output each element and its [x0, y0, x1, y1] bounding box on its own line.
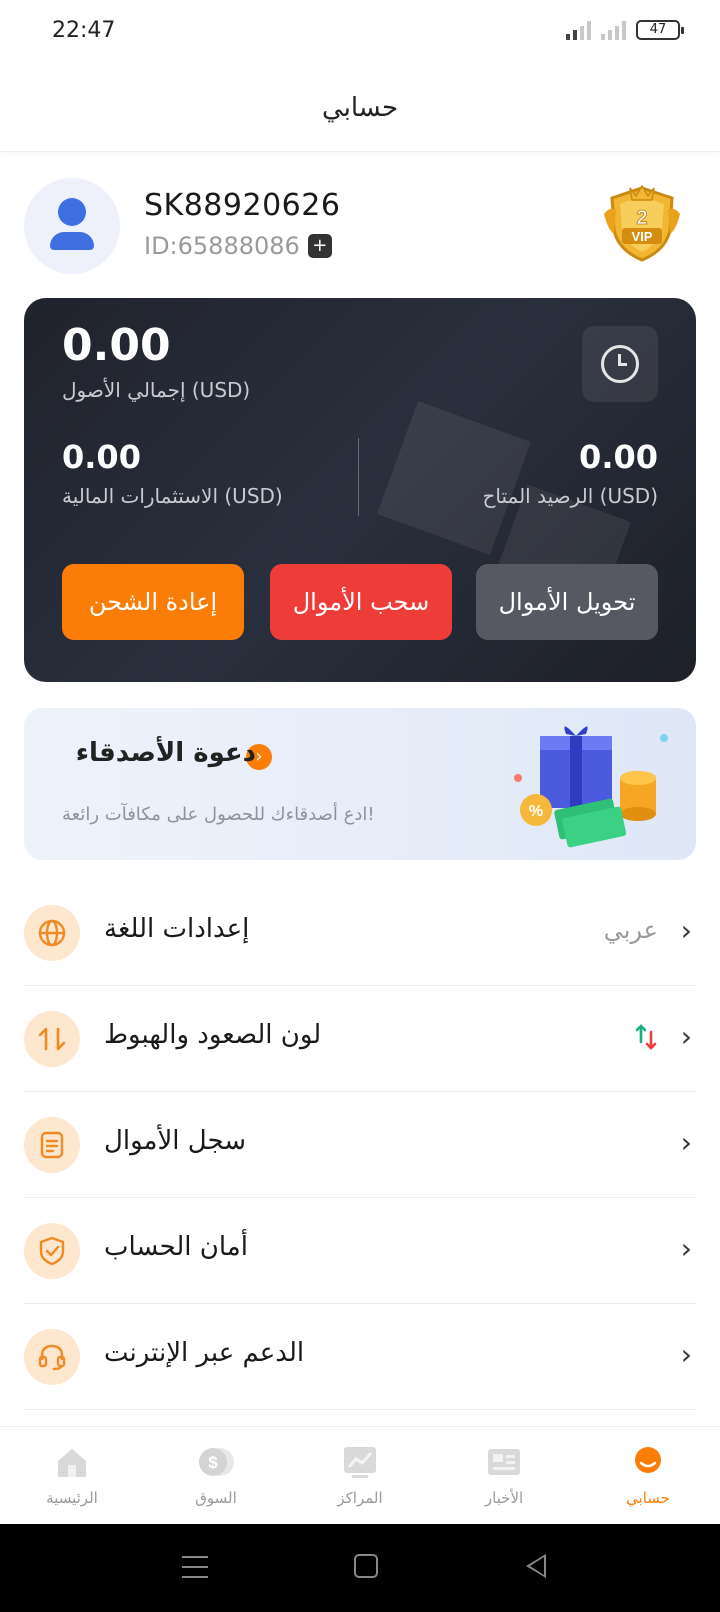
transfer-button[interactable]: تحويل الأموال: [476, 564, 658, 640]
chevron-right-icon: ›: [680, 914, 692, 947]
battery-icon: 47: [636, 20, 684, 40]
page-header: حسابي: [0, 64, 720, 152]
invite-friends-banner[interactable]: › دعوة الأصدقاء ادع أصدقاءك للحصول على م…: [24, 708, 696, 860]
swap-icon: [24, 1011, 80, 1067]
nav-home[interactable]: الرئيسية: [0, 1427, 144, 1524]
nav-label: السوق: [195, 1489, 237, 1507]
home-icon: [58, 1449, 86, 1477]
gift-illustration-icon: %: [514, 726, 668, 848]
total-assets-label: إجمالي الأصول (USD): [62, 378, 251, 402]
chevron-right-icon: ›: [680, 1020, 692, 1053]
chevron-right-icon: ›: [680, 1338, 692, 1371]
recents-icon[interactable]: [182, 1556, 208, 1586]
page-title: حسابي: [321, 93, 399, 123]
system-nav-bar: [0, 1524, 720, 1612]
asset-card: 0.00 إجمالي الأصول (USD) 0.00 الاستثمارا…: [24, 298, 696, 682]
status-time: 22:47: [52, 18, 116, 43]
nav-label: الرئيسية: [46, 1489, 98, 1507]
menu-item-account-security[interactable]: أمان الحساب ›: [24, 1198, 696, 1304]
menu-label: أمان الحساب: [104, 1232, 248, 1262]
news-icon: [488, 1449, 520, 1475]
clock-icon: [601, 345, 639, 383]
menu-value: عربي: [603, 916, 658, 944]
menu-label: الدعم عبر الإنترنت: [104, 1338, 305, 1368]
dollar-icon: $: [199, 1448, 234, 1476]
vip-badge-icon[interactable]: 2 VIP: [600, 184, 684, 264]
svg-text:%: %: [529, 803, 543, 820]
available-balance-value: 0.00: [579, 438, 658, 476]
nav-market[interactable]: $ السوق: [144, 1427, 288, 1524]
menu-item-updown-color[interactable]: لون الصعود والهبوط ›: [24, 986, 696, 1092]
signal-icon: [601, 20, 626, 40]
nav-label: الأخبار: [484, 1489, 524, 1507]
chevron-right-icon: ›: [680, 1126, 692, 1159]
vip-label: VIP: [632, 229, 653, 244]
history-button[interactable]: [582, 326, 658, 402]
menu-item-language[interactable]: إعدادات اللغة عربي ›: [24, 880, 696, 986]
card-divider: [358, 438, 359, 516]
avatar-body: [50, 232, 94, 250]
nav-label: حسابي: [626, 1489, 670, 1507]
withdraw-button[interactable]: سحب الأموال: [270, 564, 452, 640]
settings-menu: إعدادات اللغة عربي › لون الصعود والهبوط …: [24, 880, 696, 1410]
vip-level: 2: [636, 207, 647, 229]
avatar[interactable]: [24, 178, 120, 274]
nav-profile[interactable]: حسابي: [576, 1427, 720, 1524]
menu-item-funds-record[interactable]: سجل الأموال ›: [24, 1092, 696, 1198]
profile-icon: [635, 1447, 661, 1473]
recharge-button[interactable]: إعادة الشحن: [62, 564, 244, 640]
financial-investments-value: 0.00: [62, 438, 141, 476]
headset-icon: [24, 1329, 80, 1385]
financial-investments-label: الاستثمارات المالية (USD): [62, 484, 283, 508]
copy-icon[interactable]: +: [307, 234, 332, 258]
home-button-icon[interactable]: [354, 1554, 378, 1578]
bottom-nav: الرئيسية $ السوق المراكز الأخبار حسابي: [0, 1426, 720, 1524]
menu-label: لون الصعود والهبوط: [104, 1020, 322, 1050]
document-icon: [24, 1117, 80, 1173]
globe-icon: [24, 905, 80, 961]
up-down-arrows-icon: [635, 1024, 657, 1050]
available-balance-label: الرصيد المتاح (USD): [482, 484, 658, 508]
chevron-right-icon: ›: [680, 1232, 692, 1265]
username: SK88920626: [144, 188, 341, 223]
chart-icon: [344, 1447, 376, 1478]
invite-title: دعوة الأصدقاء: [75, 738, 256, 768]
avatar-head: [58, 198, 86, 226]
menu-label: إعدادات اللغة: [104, 914, 250, 944]
invite-subtitle: ادع أصدقاءك للحصول على مكافآت رائعة!: [62, 804, 375, 825]
svg-text:$: $: [208, 1453, 218, 1472]
total-assets-value: 0.00: [62, 320, 171, 371]
signal-icon: [566, 20, 591, 40]
user-id: ID:65888086: [144, 232, 300, 260]
menu-label: سجل الأموال: [104, 1126, 247, 1156]
nav-news[interactable]: الأخبار: [432, 1427, 576, 1524]
shield-check-icon: [24, 1223, 80, 1279]
status-bar: 22:47 47: [0, 0, 720, 64]
nav-label: المراكز: [337, 1489, 383, 1507]
back-icon[interactable]: [526, 1554, 546, 1578]
user-id-row: ID:65888086 +: [144, 232, 332, 260]
nav-positions[interactable]: المراكز: [288, 1427, 432, 1524]
status-icons: 47: [566, 20, 684, 40]
menu-item-online-support[interactable]: الدعم عبر الإنترنت ›: [24, 1304, 696, 1410]
